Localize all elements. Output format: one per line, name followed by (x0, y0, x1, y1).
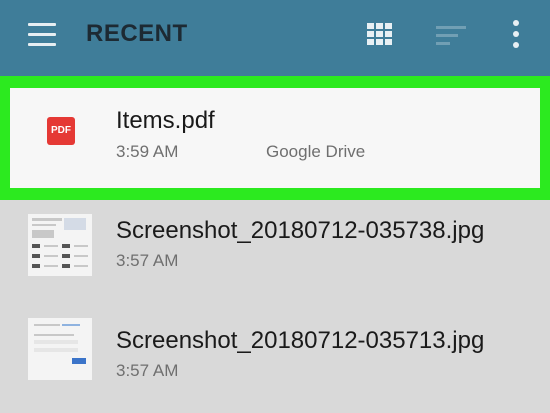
image-thumbnail (28, 318, 92, 380)
file-source: Google Drive (266, 142, 366, 161)
sort-icon[interactable] (436, 26, 468, 46)
file-time: 3:57 AM (116, 361, 179, 380)
file-list-item[interactable]: Screenshot_20180712-035738.jpg 3:57 AM (0, 200, 550, 306)
file-name: Screenshot_20180712-035738.jpg (116, 217, 485, 244)
pdf-icon: PDF (47, 117, 75, 145)
file-time: 3:59 AM (116, 142, 179, 161)
grid-view-icon[interactable] (367, 23, 393, 47)
file-list-item[interactable]: PDF Items.pdf 3:59 AM Google Drive (10, 88, 540, 188)
more-vert-icon[interactable] (508, 20, 524, 48)
page-title: RECENT (86, 20, 188, 47)
app-bar: RECENT (0, 0, 550, 76)
hamburger-menu-icon[interactable] (28, 23, 58, 47)
file-name: Screenshot_20180712-035713.jpg (116, 327, 485, 354)
file-time: 3:57 AM (116, 251, 179, 270)
image-thumbnail (28, 214, 92, 276)
file-list-item[interactable]: Screenshot_20180712-035713.jpg 3:57 AM (0, 306, 550, 413)
file-name: Items.pdf (116, 107, 215, 134)
